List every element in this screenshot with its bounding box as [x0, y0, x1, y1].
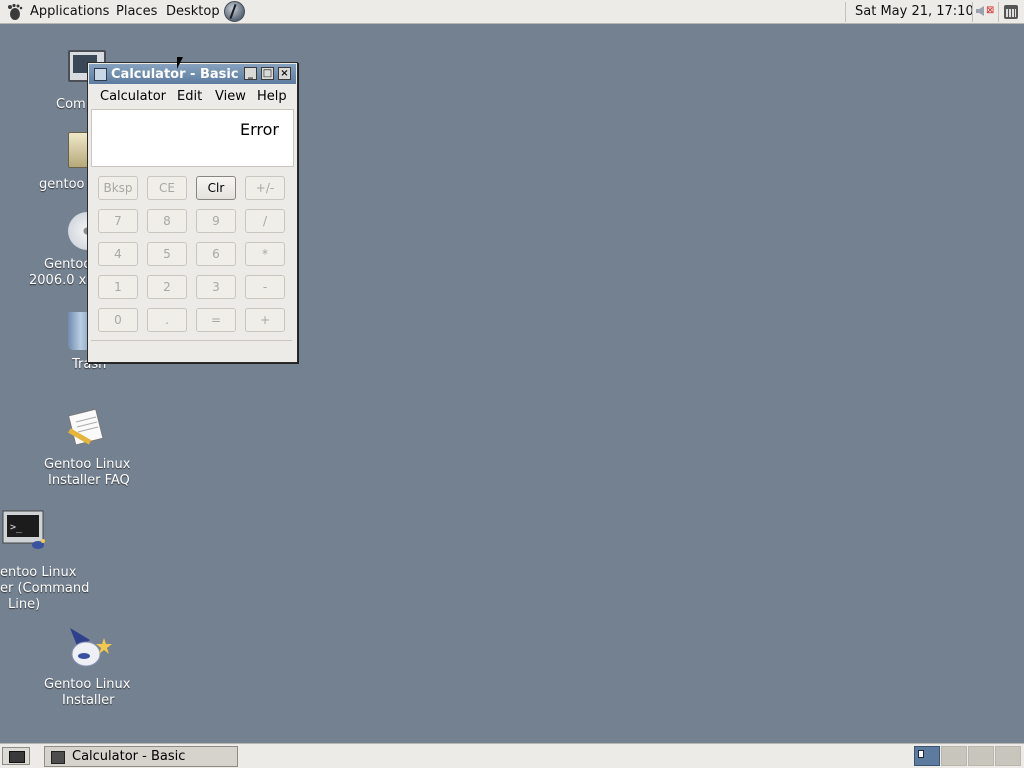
workspace-4[interactable] [995, 746, 1021, 766]
key-equals-button[interactable]: = [196, 308, 236, 332]
key-5-button[interactable]: 5 [147, 242, 187, 266]
window-title: Calculator - Basic [111, 67, 239, 82]
status-bar [91, 340, 292, 359]
places-menu[interactable]: Places [116, 4, 157, 19]
desktop-icon-label: er (Command [0, 581, 90, 596]
svg-text:>_: >_ [10, 522, 23, 533]
panel-separator [845, 2, 846, 22]
taskbar-item-label: Calculator - Basic [72, 749, 186, 764]
bottom-panel: Calculator - Basic [0, 743, 1024, 768]
menu-view[interactable]: View [215, 89, 246, 104]
show-desktop-button[interactable] [2, 747, 30, 765]
desktop-icon-installer-faq[interactable]: Gentoo Linux Installer FAQ [40, 408, 136, 490]
key-0-button[interactable]: 0 [98, 308, 138, 332]
key-8-button[interactable]: 8 [147, 209, 187, 233]
terminal-icon: >_ [2, 510, 45, 549]
key-4-button[interactable]: 4 [98, 242, 138, 266]
applications-menu[interactable]: Applications [30, 4, 109, 19]
key-clr-button[interactable]: Clr [196, 176, 236, 200]
gnome-foot-icon[interactable] [5, 3, 23, 21]
window-menu-icon[interactable] [94, 68, 107, 81]
desktop-icon-label: entoo Linux [0, 565, 77, 580]
menu-calculator[interactable]: Calculator [100, 89, 166, 104]
gentoo-wizard-icon [70, 628, 112, 667]
mute-indicator-icon: ⊠ [986, 5, 995, 16]
key-3-button[interactable]: 3 [196, 275, 236, 299]
title-bar[interactable]: Calculator - Basic _ □ × [89, 64, 296, 84]
workspace-2[interactable] [941, 746, 967, 766]
key-add-button[interactable]: + [245, 308, 285, 332]
taskbar-item-calculator[interactable]: Calculator - Basic [44, 746, 238, 767]
desktop-icon-label: Gentoo [44, 257, 92, 272]
key-2-button[interactable]: 2 [147, 275, 187, 299]
menu-edit[interactable]: Edit [177, 89, 202, 104]
desktop-icon-label: Gentoo Linux [44, 457, 131, 472]
calculator-task-icon [51, 751, 65, 764]
key-multiply-button[interactable]: * [245, 242, 285, 266]
web-browser-launcher-icon[interactable] [224, 1, 245, 22]
desktop-icon-label: Gentoo Linux [44, 677, 131, 692]
key-bksp-button[interactable]: Bksp [98, 176, 138, 200]
volume-icon[interactable] [976, 6, 984, 16]
key-divide-button[interactable]: / [245, 209, 285, 233]
close-button[interactable]: × [278, 67, 291, 80]
calculator-display: Error [91, 109, 294, 167]
desktop-icon-label: gentoo [39, 177, 85, 192]
key-6-button[interactable]: 6 [196, 242, 236, 266]
panel-separator [998, 2, 999, 22]
display-value: Error [240, 120, 279, 139]
desktop-icon-label: Installer FAQ [48, 473, 130, 488]
desktop-icon-installer-command-line[interactable]: >_ entoo Linux er (Command Line) [0, 510, 90, 612]
workspace-1[interactable] [914, 746, 940, 766]
menu-bar: Calculator Edit View Help [89, 85, 296, 109]
mouse-cursor [177, 57, 183, 69]
clock[interactable]: Sat May 21, 17:10 [855, 4, 974, 19]
top-panel: Applications Places Desktop Sat May 21, … [0, 0, 1024, 24]
key-9-button[interactable]: 9 [196, 209, 236, 233]
panel-separator [972, 2, 973, 22]
maximize-button[interactable]: □ [261, 67, 274, 80]
calendar-icon[interactable] [1004, 5, 1018, 19]
key-decimal-button[interactable]: . [147, 308, 187, 332]
desktop-icon-label: 2006.0 x [29, 273, 87, 288]
key-ce-button[interactable]: CE [147, 176, 187, 200]
notepad-icon [67, 408, 104, 446]
menu-help[interactable]: Help [257, 89, 287, 104]
desktop-icon-label: Installer [62, 693, 115, 708]
key-subtract-button[interactable]: - [245, 275, 285, 299]
key-sign-button[interactable]: +/- [245, 176, 285, 200]
workspace-3[interactable] [968, 746, 994, 766]
key-1-button[interactable]: 1 [98, 275, 138, 299]
desktop-icon-label: Line) [8, 597, 41, 612]
key-7-button[interactable]: 7 [98, 209, 138, 233]
desktop-icon-cd[interactable]: Gentoo 2006.0 x [28, 212, 106, 288]
calculator-window[interactable]: Calculator - Basic _ □ × Calculator Edit… [87, 62, 298, 363]
desktop-menu[interactable]: Desktop [166, 4, 220, 19]
desktop-icon-installer[interactable]: Gentoo Linux Installer [40, 626, 136, 710]
minimize-button[interactable]: _ [244, 67, 257, 80]
